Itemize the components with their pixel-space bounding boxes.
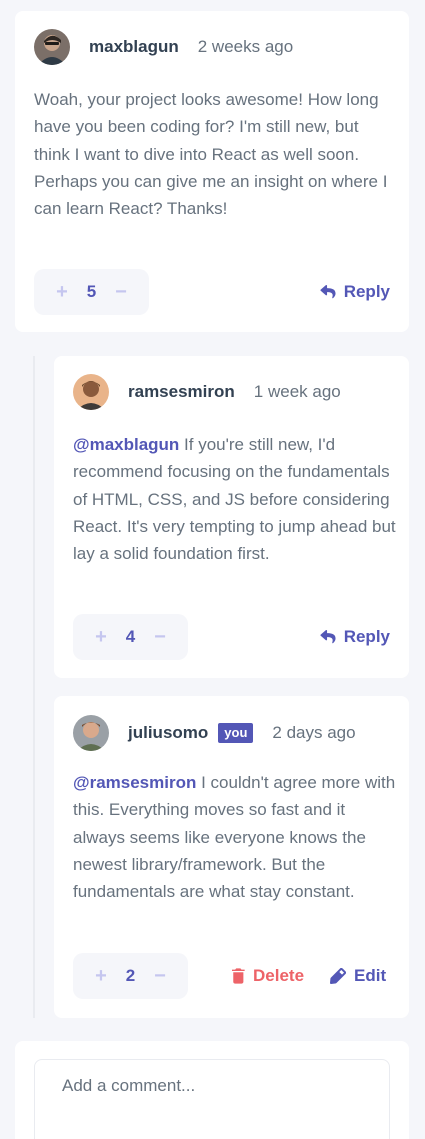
upvote-button[interactable]: +	[93, 965, 109, 988]
username[interactable]: juliusomo	[128, 723, 208, 743]
reply-button[interactable]: Reply	[320, 627, 390, 647]
delete-button[interactable]: Delete	[232, 966, 304, 986]
add-comment-input[interactable]	[34, 1059, 390, 1139]
downvote-button[interactable]: −	[152, 965, 168, 988]
reply-icon	[320, 630, 336, 644]
edit-button[interactable]: Edit	[330, 966, 386, 986]
comment-text: Woah, your project looks awesome! How lo…	[34, 86, 394, 222]
reply-thread-line	[33, 356, 35, 1018]
score-value: 4	[125, 627, 136, 646]
username[interactable]: maxblagun	[89, 37, 179, 57]
upvote-button[interactable]: +	[54, 281, 70, 304]
score-stepper: + 2 −	[73, 953, 188, 999]
score-stepper: + 4 −	[73, 614, 188, 660]
timestamp: 2 days ago	[272, 723, 356, 742]
reply-label: Reply	[343, 627, 390, 646]
score-value: 5	[86, 282, 97, 301]
pencil-icon	[330, 968, 346, 984]
timestamp: 2 weeks ago	[197, 37, 294, 56]
comment-body: Woah, your project looks awesome! How lo…	[34, 90, 388, 219]
upvote-button[interactable]: +	[93, 626, 109, 649]
delete-label: Delete	[253, 966, 305, 985]
score-stepper: + 5 −	[34, 269, 149, 315]
timestamp: 1 week ago	[253, 382, 341, 401]
avatar	[34, 29, 70, 65]
edit-label: Edit	[354, 966, 387, 985]
downvote-button[interactable]: −	[113, 281, 129, 304]
username[interactable]: ramsesmiron	[128, 382, 235, 402]
trash-icon	[232, 968, 245, 984]
reply-icon	[320, 285, 336, 299]
score-value: 2	[125, 966, 136, 985]
reply-body: If you're still new, I'd recommend focus…	[73, 435, 396, 564]
reply-header: juliusomo you 2 days ago	[73, 715, 356, 751]
mention-link[interactable]: @maxblagun	[73, 435, 179, 454]
avatar	[73, 374, 109, 410]
reply-text: @ramsesmiron I couldn't agree more with …	[73, 769, 398, 905]
comment-header: maxblagun 2 weeks ago	[34, 29, 293, 65]
avatar	[73, 715, 109, 751]
reply-label: Reply	[343, 282, 390, 301]
reply-button[interactable]: Reply	[320, 282, 390, 302]
downvote-button[interactable]: −	[152, 626, 168, 649]
reply-body: I couldn't agree more with this. Everyth…	[73, 773, 396, 902]
reply-text: @maxblagun If you're still new, I'd reco…	[73, 431, 398, 567]
mention-link[interactable]: @ramsesmiron	[73, 773, 196, 792]
reply-header: ramsesmiron 1 week ago	[73, 374, 341, 410]
you-badge: you	[218, 723, 254, 743]
